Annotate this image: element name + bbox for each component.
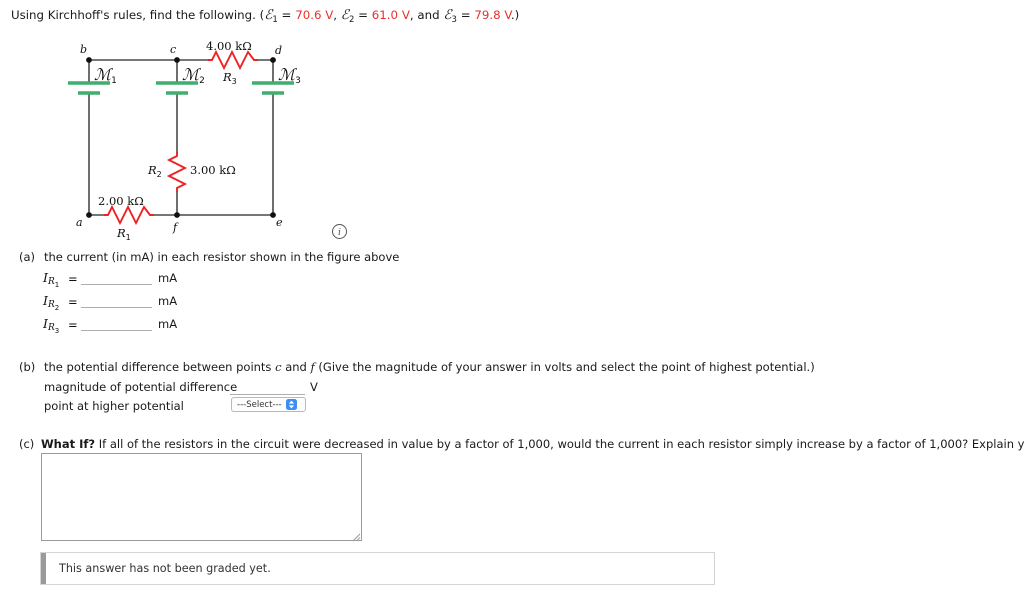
higher-potential-select[interactable]: ---Select---	[231, 397, 306, 412]
magnitude-unit: V	[310, 380, 318, 394]
node-label-f: f	[172, 221, 179, 234]
emf2-equals: =	[354, 8, 372, 22]
current-r2-unit: mA	[158, 294, 178, 308]
emf2-value: 61.0 V	[371, 8, 410, 22]
emf3-value: 79.8 V	[474, 8, 511, 22]
current-r1-equals: =	[68, 272, 78, 286]
part-a-label: (a)	[19, 250, 36, 264]
resistor-r2-symbol	[166, 152, 188, 192]
circuit-diagram: b c d a f e ℳ1 ℳ2 ℳ3 4.00 kΩ R3 R2 3.00 …	[60, 40, 370, 245]
battery-emf3-symbol	[252, 81, 294, 95]
node-label-d: d	[275, 44, 282, 57]
resistor-r1-value: 2.00 kΩ	[98, 194, 144, 208]
current-r3-label: IR3	[43, 316, 60, 335]
info-circle-icon[interactable]: i	[331, 223, 348, 240]
current-r2-input[interactable]	[81, 293, 152, 308]
grading-status-notice: This answer has not been graded yet.	[40, 552, 715, 585]
battery-emf1-symbol	[68, 81, 110, 95]
prompt-sep-2: , and	[409, 8, 444, 22]
resistor-r3-symbol	[208, 49, 258, 71]
magnitude-label: magnitude of potential difference	[44, 380, 238, 394]
figure-emf1-label: ℳ1	[94, 65, 117, 86]
part-c-label: (c)	[19, 437, 35, 451]
figure-emf2-label: ℳ2	[182, 65, 205, 86]
resistor-r1-name: R1	[116, 226, 131, 242]
part-c-whatif: What If?	[41, 437, 96, 451]
svg-text:i: i	[338, 227, 341, 238]
prompt-lead-text: Using Kirchhoff's rules, find the follow…	[11, 8, 265, 22]
higher-potential-select-value: ---Select---	[237, 399, 282, 410]
resistor-r3-name: R3	[222, 70, 237, 86]
resistor-r2-name: R2	[147, 163, 162, 179]
current-r3-unit: mA	[158, 317, 178, 331]
resistor-r3-value: 4.00 kΩ	[206, 40, 252, 53]
emf1-value: 70.6 V	[295, 8, 334, 22]
part-b-text-pre: the potential difference between points	[44, 360, 276, 374]
notice-message: This answer has not been graded yet.	[59, 562, 271, 575]
current-r1-unit: mA	[158, 271, 178, 285]
current-r1-input[interactable]	[81, 270, 152, 285]
part-b-text-mid: and	[281, 360, 311, 374]
node-label-c: c	[170, 43, 176, 56]
question-prompt: Using Kirchhoff's rules, find the follow…	[11, 7, 519, 25]
higher-potential-label: point at higher potential	[44, 399, 184, 413]
emf2-symbol: ℰ	[340, 7, 349, 23]
current-r2-label: IR2	[43, 293, 60, 312]
node-label-e: e	[276, 216, 283, 229]
chevron-updown-icon	[285, 399, 297, 410]
part-c-text: What If? If all of the resistors in the …	[41, 437, 1024, 451]
current-r3-input[interactable]	[81, 316, 152, 331]
node-label-a: a	[76, 216, 83, 229]
emf3-equals: =	[456, 8, 475, 22]
magnitude-input[interactable]	[230, 380, 305, 395]
figure-emf3-label: ℳ3	[278, 65, 301, 86]
current-r3-equals: =	[68, 318, 78, 332]
part-a-text: the current (in mA) in each resistor sho…	[44, 250, 400, 264]
resistor-r1-symbol	[104, 204, 154, 226]
part-b-text-post: (Give the magnitude of your answer in vo…	[314, 360, 815, 374]
prompt-tail-text: .)	[510, 8, 520, 22]
node-label-b: b	[80, 43, 87, 56]
current-r2-equals: =	[68, 295, 78, 309]
resistor-r2-value: 3.00 kΩ	[190, 163, 236, 177]
part-c-answer-textarea[interactable]	[41, 453, 362, 541]
part-c-body: If all of the resistors in the circuit w…	[95, 437, 1024, 451]
emf1-equals: =	[277, 8, 296, 22]
battery-emf2-symbol	[156, 81, 198, 95]
part-b-label: (b)	[19, 360, 36, 374]
emf3-symbol: ℰ	[443, 7, 452, 23]
part-b-text: the potential difference between points …	[44, 360, 815, 374]
prompt-sep-1: ,	[333, 8, 341, 22]
current-r1-label: IR1	[43, 270, 60, 289]
